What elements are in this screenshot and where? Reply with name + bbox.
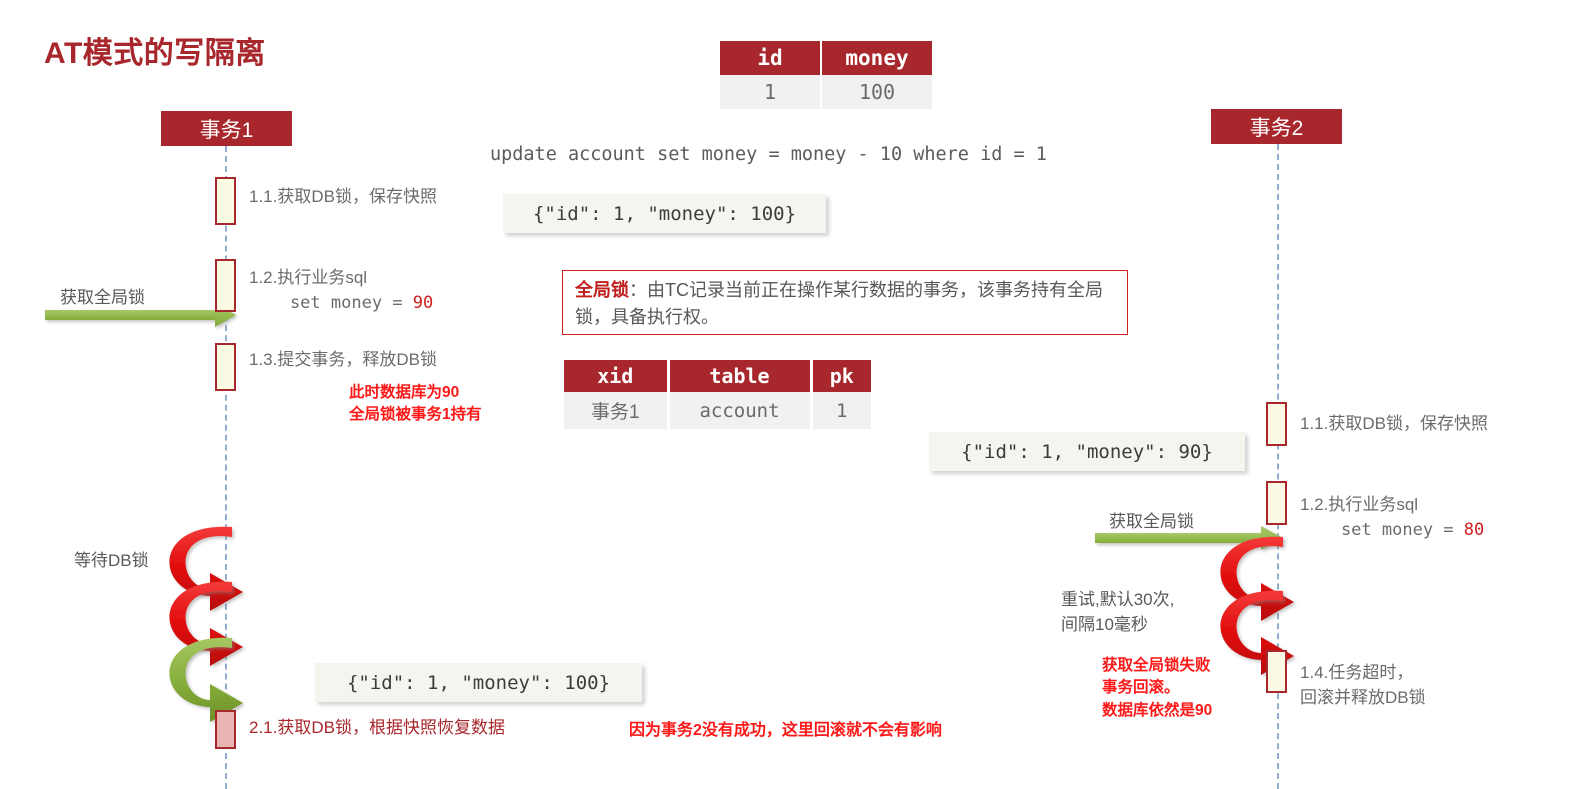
step-label-right-1-4-line1: 1.4.任务超时， <box>1300 663 1414 682</box>
update-sql-statement: update account set money = money - 10 wh… <box>490 144 1047 165</box>
label-left-wait-db-lock: 等待DB锁 <box>74 551 149 570</box>
lock-cell-table: account <box>668 392 813 429</box>
actor-transaction-2: 事务2 <box>1211 109 1342 144</box>
step-label-right-1-4: 1.4.任务超时， 回滚并释放DB锁 <box>1300 661 1426 710</box>
lock-cell-pk: 1 <box>811 392 871 429</box>
global-lock-term: 全局锁 <box>575 280 629 300</box>
global-lock-note-text: 全局锁：由TC记录当前正在操作某行数据的事务，该事务持有全局锁，具备执行权。 <box>575 277 1117 331</box>
lock-table-header-xid: xid <box>564 360 670 392</box>
account-table-header-row: id money <box>720 41 932 75</box>
step-label-left-1-1-text: 1.1.获取DB锁，保存快照 <box>249 187 437 206</box>
note-bottom-no-effect: 因为事务2没有成功，这里回滚就不会有影响 <box>629 722 942 739</box>
lock-cell-xid: 事务1 <box>564 392 670 429</box>
snapshot-box-tx1-restore: {"id": 1, "money": 100} <box>315 663 642 702</box>
note-right-rollback: 获取全局锁失败 事务回滚。 数据库依然是90 <box>1102 657 1213 719</box>
account-table: id money 1 100 <box>720 41 932 109</box>
step-label-right-1-2: 1.2.执行业务sql set money = 80 <box>1300 493 1484 542</box>
step-label-left-1-2-line2: set money = <box>249 292 413 313</box>
step-label-right-1-2-line2: set money = <box>1300 519 1464 540</box>
lifeline-transaction-1 <box>225 146 227 789</box>
account-cell-id: 1 <box>720 75 822 109</box>
step-label-left-1-2: 1.2.执行业务sql set money = 90 <box>249 266 433 315</box>
step-value-left-money: 90 <box>412 292 434 313</box>
page-title: AT模式的写隔离 <box>44 37 266 70</box>
spiral-arrow-left-retry-2 <box>169 581 243 666</box>
actor-transaction-1: 事务1 <box>161 111 292 146</box>
activation-bar-left-1-2 <box>215 259 236 312</box>
label-right-retry-policy: 重试,默认30次, 间隔10毫秒 <box>1061 590 1175 634</box>
step-label-left-1-2-line1: 1.2.执行业务sql <box>249 268 368 287</box>
step-label-right-1-2-line1: 1.2.执行业务sql <box>1300 495 1419 514</box>
table-row: 事务1 account 1 <box>564 392 871 429</box>
snapshot-box-tx2-before: {"id": 1, "money": 90} <box>929 432 1245 471</box>
activation-bar-right-1-4 <box>1266 650 1287 693</box>
activation-bar-left-2-1-rollback <box>215 710 236 749</box>
lock-table-header-pk: pk <box>811 360 871 392</box>
step-label-right-1-1: 1.1.获取DB锁，保存快照 <box>1300 412 1488 437</box>
step-label-left-1-3: 1.3.提交事务，释放DB锁 <box>249 348 437 373</box>
snapshot-box-tx1-before: {"id": 1, "money": 100} <box>503 194 826 233</box>
global-lock-table: xid table pk 事务1 account 1 <box>564 360 871 429</box>
step-label-right-1-1-text: 1.1.获取DB锁，保存快照 <box>1300 414 1488 433</box>
note-left-db-state: 此时数据库为90 全局锁被事务1持有 <box>349 384 482 424</box>
global-lock-body: ：由TC记录当前正在操作某行数据的事务，该事务持有全局锁，具备执行权。 <box>575 280 1103 327</box>
step-label-left-2-1: 2.1.获取DB锁，根据快照恢复数据 <box>249 716 505 741</box>
label-right-acquire-global-lock: 获取全局锁 <box>1109 512 1194 531</box>
activation-bar-right-1-2 <box>1266 481 1287 525</box>
diagram-canvas: AT模式的写隔离 id money 1 100 update account s… <box>0 0 1571 789</box>
global-lock-note-box: 全局锁：由TC记录当前正在操作某行数据的事务，该事务持有全局锁，具备执行权。 <box>562 270 1128 335</box>
activation-bar-left-1-1 <box>215 177 236 225</box>
account-table-header-id: id <box>720 41 822 75</box>
lock-table-header-table: table <box>668 360 813 392</box>
lock-table-header-row: xid table pk <box>564 360 871 392</box>
account-table-header-money: money <box>821 41 932 75</box>
spiral-arrow-left-retry-1 <box>169 526 243 611</box>
account-cell-money: 100 <box>821 75 932 109</box>
spiral-arrow-right-retry-1 <box>1220 536 1294 621</box>
step-label-left-1-3-text: 1.3.提交事务，释放DB锁 <box>249 350 437 369</box>
step-label-left-1-1: 1.1.获取DB锁，保存快照 <box>249 185 437 210</box>
step-label-left-2-1-text: 2.1.获取DB锁，根据快照恢复数据 <box>249 718 505 737</box>
step-label-right-1-4-line2: 回滚并释放DB锁 <box>1300 687 1426 707</box>
activation-bar-right-1-1 <box>1266 402 1287 446</box>
label-left-acquire-global-lock: 获取全局锁 <box>60 288 145 307</box>
table-row: 1 100 <box>720 75 932 109</box>
activation-bar-left-1-3 <box>215 343 236 391</box>
step-value-right-money: 80 <box>1463 519 1485 540</box>
